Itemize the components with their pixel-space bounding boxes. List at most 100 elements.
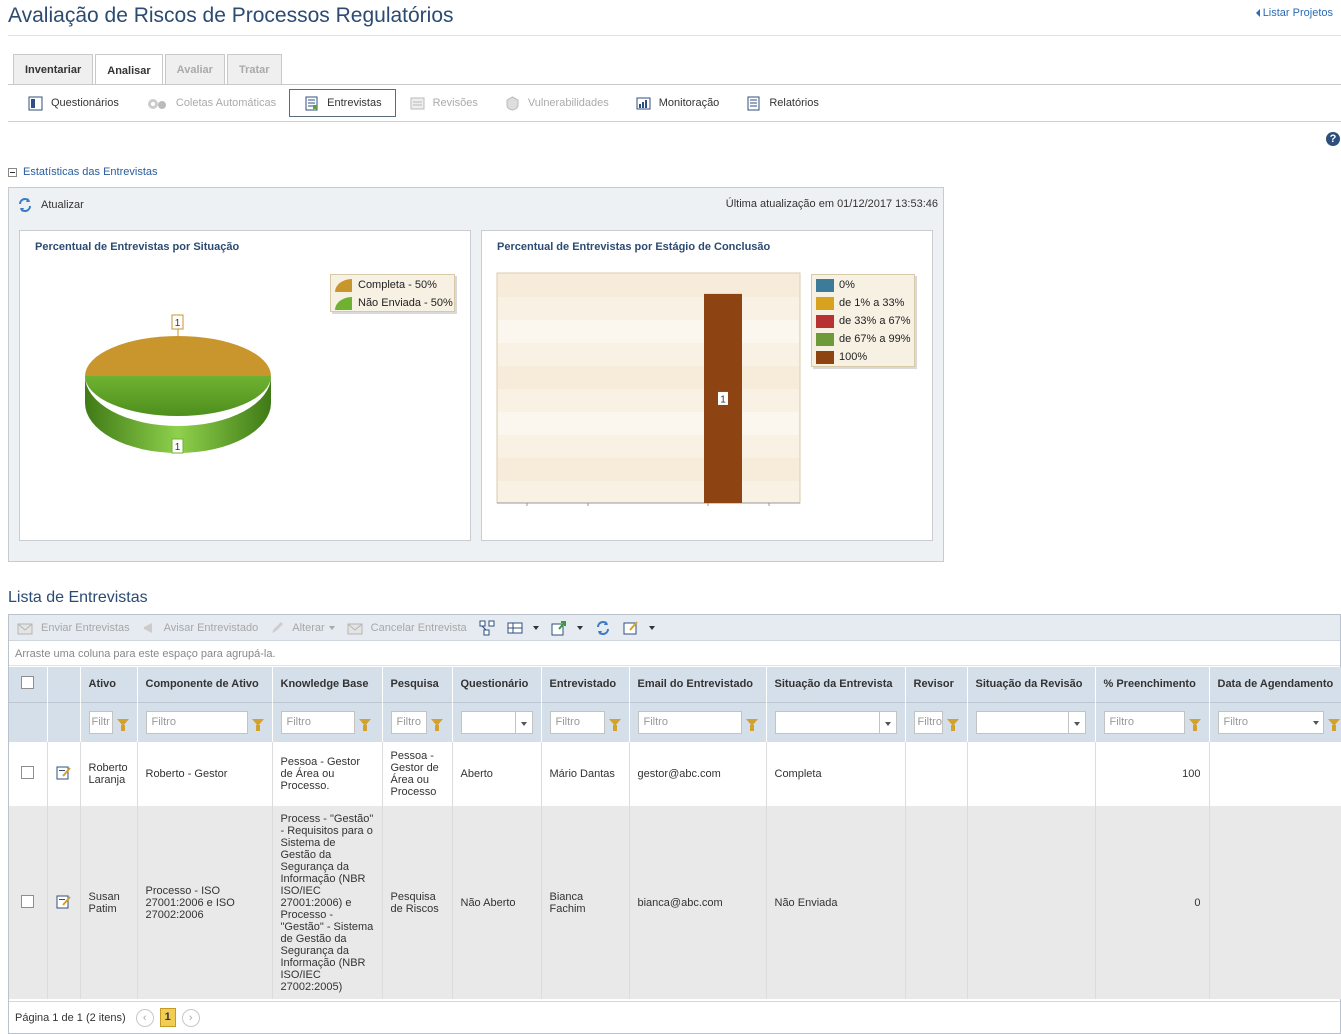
filter-cell: [967, 701, 1096, 742]
column-header-situacao[interactable]: Situação da Entrevista: [766, 667, 906, 702]
column-header-email[interactable]: Email do Entrevistado: [629, 667, 767, 702]
subnav-coletas-automaticas[interactable]: Coletas Automáticas: [132, 89, 289, 117]
stats-section-label: Estatísticas das Entrevistas: [23, 166, 158, 178]
list-title: Lista de Entrevistas: [8, 589, 148, 606]
filter-cell: Filtro: [1209, 701, 1341, 742]
refresh-button[interactable]: Atualizar: [17, 197, 84, 213]
table-row[interactable]: Roberto Laranja Roberto - Gestor Pessoa …: [9, 742, 1341, 806]
filter-icon[interactable]: [608, 718, 621, 731]
cell-email: bianca@abc.com: [629, 806, 767, 999]
send-interviews-button[interactable]: Enviar Entrevistas: [17, 621, 142, 635]
group-by-drop-area[interactable]: Arraste uma coluna para este espaço para…: [9, 644, 1340, 666]
subnav-entrevistas[interactable]: Entrevistas: [289, 89, 396, 117]
filter-select-situacao[interactable]: [774, 710, 897, 734]
select-all-checkbox[interactable]: [21, 676, 35, 690]
column-header-data-agendamento[interactable]: Data de Agendamento: [1209, 667, 1341, 702]
filter-icon[interactable]: [1327, 718, 1340, 731]
cell-preenchimento: 0: [1095, 806, 1210, 999]
hierarchy-button[interactable]: [479, 620, 507, 636]
sub-navigation: Questionários Coletas Automáticas Entrev…: [14, 89, 832, 117]
subnav-monitoracao[interactable]: Monitoração: [622, 89, 733, 117]
legend-item-0: 0%: [812, 276, 914, 294]
tab-inventariar[interactable]: Inventariar: [13, 54, 94, 84]
notify-interviewee-button[interactable]: Avisar Entrevistado: [142, 621, 271, 635]
column-header-situacao-revisao[interactable]: Situação da Revisão: [967, 667, 1096, 702]
filter-select-situacao-revisao[interactable]: [975, 710, 1086, 734]
filter-input-preenchimento[interactable]: Filtro: [1103, 710, 1185, 734]
legend-label: de 67% a 99%: [839, 333, 911, 345]
legend-swatch: [335, 296, 352, 310]
cell-knowledge-base: Process - "Gestão" - Requisitos para o S…: [272, 806, 383, 999]
stats-section-toggle[interactable]: Estatísticas das Entrevistas: [8, 166, 158, 178]
pager-current-page[interactable]: 1: [159, 1008, 176, 1027]
column-header-ativo[interactable]: Ativo: [80, 667, 138, 702]
subnav-questionarios[interactable]: Questionários: [14, 89, 132, 117]
filter-icon[interactable]: [745, 718, 758, 731]
pie-slice-nao-enviada: [85, 376, 271, 416]
chevron-down-icon: [328, 625, 335, 630]
row-checkbox[interactable]: [21, 766, 35, 779]
help-icon[interactable]: ?: [1326, 132, 1340, 146]
filter-icon[interactable]: [1188, 718, 1201, 731]
filter-input-knowledge-base[interactable]: Filtro: [280, 710, 355, 734]
filter-icon[interactable]: [430, 718, 443, 731]
filter-select-questionario[interactable]: [460, 710, 533, 734]
subnav-relatorios[interactable]: Relatórios: [732, 89, 832, 117]
column-header-questionario[interactable]: Questionário: [452, 667, 542, 702]
questionnaire-icon: [28, 96, 43, 110]
filter-input-email[interactable]: Filtro: [637, 710, 742, 734]
monitoring-chart-icon: [636, 97, 651, 109]
legend-label: 0%: [839, 279, 855, 291]
filter-input-data-agendamento[interactable]: Filtro: [1217, 710, 1324, 734]
filter-cell: Filtro: [629, 701, 767, 742]
filter-icon[interactable]: [116, 718, 129, 731]
column-header-componente[interactable]: Componente de Ativo: [137, 667, 273, 702]
grid-refresh-button[interactable]: [595, 620, 623, 636]
filter-input-pesquisa[interactable]: Filtro: [390, 710, 427, 734]
plot-band: [498, 320, 799, 343]
filter-cell: Filtro: [541, 701, 630, 742]
row-checkbox[interactable]: [21, 894, 35, 908]
cancel-interview-button[interactable]: Cancelar Entrevista: [347, 621, 479, 635]
cell-ativo: Roberto Laranja: [80, 742, 138, 806]
export-button[interactable]: [551, 620, 595, 636]
filter-icon[interactable]: [251, 718, 264, 731]
change-button[interactable]: Alterar: [270, 621, 346, 635]
legend-swatch: [816, 350, 834, 364]
pager-prev-button[interactable]: ‹: [135, 1008, 154, 1027]
tab-avaliar[interactable]: Avaliar: [164, 54, 225, 84]
filter-input-componente[interactable]: Filtro: [145, 710, 248, 734]
interview-form-icon: [305, 96, 318, 110]
interview-edit-icon[interactable]: [56, 765, 71, 780]
filter-input-revisor[interactable]: Filtro: [913, 710, 943, 734]
filter-icon[interactable]: [358, 718, 371, 731]
megaphone-icon: [143, 622, 152, 633]
legend-label: de 1% a 33%: [839, 297, 905, 309]
legend-label: Completa - 50%: [358, 279, 437, 291]
tab-analisar[interactable]: Analisar: [95, 54, 163, 85]
column-header-knowledge-base[interactable]: Knowledge Base: [272, 667, 383, 702]
filter-input-entrevistado[interactable]: Filtro: [549, 710, 605, 734]
interview-edit-icon[interactable]: [56, 894, 71, 909]
cell-ativo: Susan Patim: [80, 806, 138, 999]
refresh-label: Atualizar: [41, 199, 84, 211]
tab-tratar[interactable]: Tratar: [226, 54, 282, 84]
filter-icon[interactable]: [946, 718, 959, 731]
list-projects-link[interactable]: Listar Projetos: [1255, 7, 1333, 19]
table-row[interactable]: Susan Patim Processo - ISO 27001:2006 e …: [9, 806, 1341, 999]
cell-entrevistado: Mário Dantas: [541, 742, 630, 806]
filter-cell: Filtro: [272, 701, 383, 742]
filter-input-ativo[interactable]: Filtr: [88, 710, 113, 734]
column-header-pesquisa[interactable]: Pesquisa: [382, 667, 453, 702]
subnav-revisoes[interactable]: Revisões: [396, 89, 491, 117]
column-chooser-button[interactable]: [507, 621, 551, 635]
subnav-vulnerabilidades[interactable]: Vulnerabilidades: [491, 89, 622, 117]
collapse-icon: [8, 167, 17, 177]
column-header-entrevistado[interactable]: Entrevistado: [541, 667, 630, 702]
grid-settings-button[interactable]: [623, 620, 667, 636]
cancel-interview-label: Cancelar Entrevista: [370, 621, 467, 634]
column-header-revisor[interactable]: Revisor: [905, 667, 968, 702]
column-header-preenchimento[interactable]: % Preenchimento: [1095, 667, 1210, 702]
page-title: Avaliação de Riscos de Processos Regulat…: [8, 4, 454, 27]
pager-next-button[interactable]: ›: [181, 1008, 200, 1027]
